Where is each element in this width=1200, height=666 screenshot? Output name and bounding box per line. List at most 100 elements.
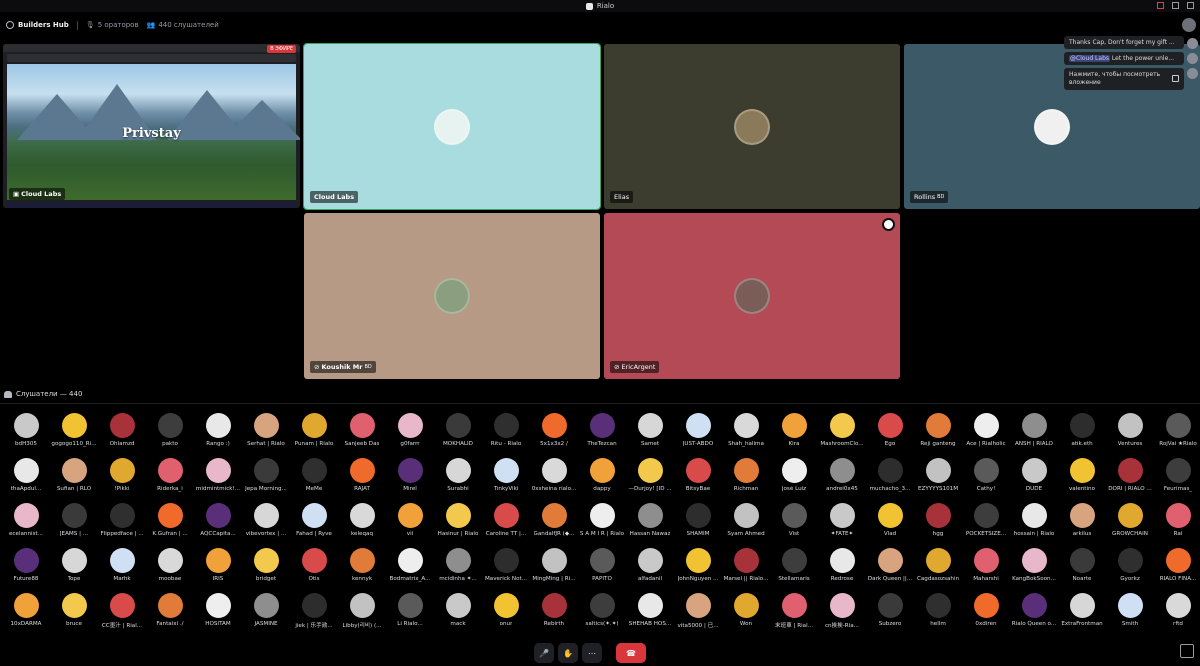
listener-avatar (973, 413, 999, 438)
listeners-count-label: 440 слушателей (158, 21, 219, 29)
listener-name: saltics(✦.✦) (585, 621, 619, 627)
popout-icon[interactable] (1180, 644, 1194, 658)
listener-avatar (541, 458, 567, 483)
listener-name: Hassan Nawaz (629, 531, 671, 537)
listener-avatar (829, 503, 855, 528)
listener-avatar (349, 458, 375, 483)
shared-browser-bar (7, 54, 296, 62)
speaker-tile-cloud-labs[interactable]: Cloud Labs (303, 43, 601, 210)
listener-name: Libby(리비) (... (342, 623, 382, 629)
listener-avatar (589, 503, 615, 528)
chat-mention[interactable]: @Cloud Labs (1069, 55, 1110, 62)
speaker-avatar (434, 108, 470, 145)
listener-avatar (493, 413, 519, 438)
speaker-name: EricArgent (621, 363, 656, 371)
listener-avatar (637, 548, 663, 573)
listener-avatar (1021, 593, 1047, 618)
chat-message[interactable]: Thanks Cap, Don't forget my gift ... (1064, 36, 1184, 49)
listener-avatar (349, 593, 375, 618)
listener-name: MingMing | Ri... (532, 576, 576, 582)
listener-avatar (301, 548, 327, 573)
listener-avatar (109, 548, 135, 573)
listener-avatar (157, 548, 183, 573)
listener-avatar (1069, 548, 1095, 573)
speaker-nameplate: Elias (610, 191, 634, 203)
mic-icon: 🎙 (85, 21, 95, 29)
more-options-button[interactable]: ⋯ (582, 643, 602, 663)
listener-name: midmintmick!... (195, 486, 241, 492)
listener-avatar (205, 458, 231, 483)
listener-name: rftd (1173, 621, 1183, 627)
chat-message[interactable]: @Cloud Labs Let the power unle... (1064, 52, 1184, 65)
chat-message-text: Let the power unle... (1110, 55, 1174, 62)
speaker-tag: BD (364, 364, 372, 370)
maximize-icon[interactable] (1172, 2, 1179, 9)
listener-avatar (1021, 548, 1047, 573)
listener-name: 5x1x3x2 / (540, 441, 568, 447)
speaker-tile-ericargent[interactable]: ⊘ EricArgent (604, 213, 900, 379)
listener-avatar (349, 503, 375, 528)
muted-icon: ⊘ (614, 363, 620, 371)
listener-avatar (781, 458, 807, 483)
listener-name: keleqaq (350, 531, 373, 537)
listener-name: Cagdasozsahin (916, 576, 960, 582)
listener-item[interactable]: RIALO FINA... (1148, 548, 1200, 582)
listener-avatar (13, 593, 39, 618)
call-controls: 🎤 ✋ ⋯ ☎ (534, 642, 646, 664)
speaker-tile-elias[interactable]: Elias (604, 44, 900, 209)
listener-name: Caroline TT |... (485, 531, 527, 537)
listener-avatar (1021, 413, 1047, 438)
listener-item[interactable]: RojVai ★Rialo (1148, 413, 1200, 447)
listener-avatar (397, 548, 423, 573)
user-avatar[interactable] (1182, 18, 1196, 32)
listener-name: JohnNguyen ... (677, 576, 719, 582)
listener-name: Surabhi (447, 486, 469, 492)
listener-name: Li Rialo... (397, 621, 423, 627)
listener-avatar (973, 458, 999, 483)
listener-avatar (877, 593, 903, 618)
raise-hand-button[interactable]: ✋ (558, 643, 578, 663)
audience-row: Future88 Tope Marhk moobae IRIS bridget Otis ke… (0, 548, 1200, 593)
listener-name: Maharshi (973, 576, 999, 582)
listener-avatar (349, 548, 375, 573)
listener-avatar (109, 413, 135, 438)
close-icon[interactable] (1187, 2, 1194, 9)
stage-header: Builders Hub 🎙 5 ораторов 👥 440 слушателей (0, 12, 1200, 38)
listener-avatar (685, 458, 711, 483)
window-title: Rialo (596, 2, 615, 10)
chat-avatars (1187, 38, 1198, 79)
speakers-count-label: 5 ораторов (97, 21, 139, 29)
channel-title: Builders Hub (18, 21, 69, 29)
avatar[interactable] (1187, 68, 1198, 79)
listener-name: Rialo Queen o... (1011, 621, 1057, 627)
mic-off-button[interactable]: 🎤 (534, 643, 554, 663)
listener-avatar (157, 503, 183, 528)
listener-avatar (301, 413, 327, 438)
listener-name: vii (406, 531, 414, 537)
listener-avatar (877, 503, 903, 528)
listener-item[interactable]: rftd (1148, 593, 1200, 627)
listener-name: SHAMIM (686, 531, 710, 537)
minimize-icon[interactable] (1157, 2, 1164, 9)
listener-name: BitsyBae (685, 486, 711, 492)
listener-name: Smith (1121, 621, 1139, 627)
listener-name: thaApdul... (10, 486, 42, 492)
speaker-tile-koushik[interactable]: ⊘ Koushik Mr BD (304, 213, 600, 379)
muted-icon: ⊘ (314, 363, 320, 371)
listener-item[interactable]: Rai (1148, 503, 1200, 537)
shared-screen-image: Privstay (7, 64, 300, 200)
listener-avatar (589, 548, 615, 573)
listener-name: Flippedface | ... (100, 531, 144, 537)
screen-share-tile[interactable]: В ЭФИРЕ Privstay ▣ Cloud Labs (3, 44, 300, 208)
listener-avatar (685, 413, 711, 438)
listener-avatar (1069, 593, 1095, 618)
listener-item[interactable]: Feurimas_ (1148, 458, 1200, 492)
avatar[interactable] (1187, 38, 1198, 49)
speaker-name: Elias (614, 193, 630, 201)
avatar[interactable] (1187, 53, 1198, 64)
chat-attachment-message[interactable]: Нажмите, чтобы посмотреть вложение (1064, 68, 1184, 90)
leave-call-button[interactable]: ☎ (616, 643, 646, 663)
listener-name: Maverick Not... (484, 576, 528, 582)
listener-avatar (589, 593, 615, 618)
speaker-tag: BD (937, 194, 945, 200)
